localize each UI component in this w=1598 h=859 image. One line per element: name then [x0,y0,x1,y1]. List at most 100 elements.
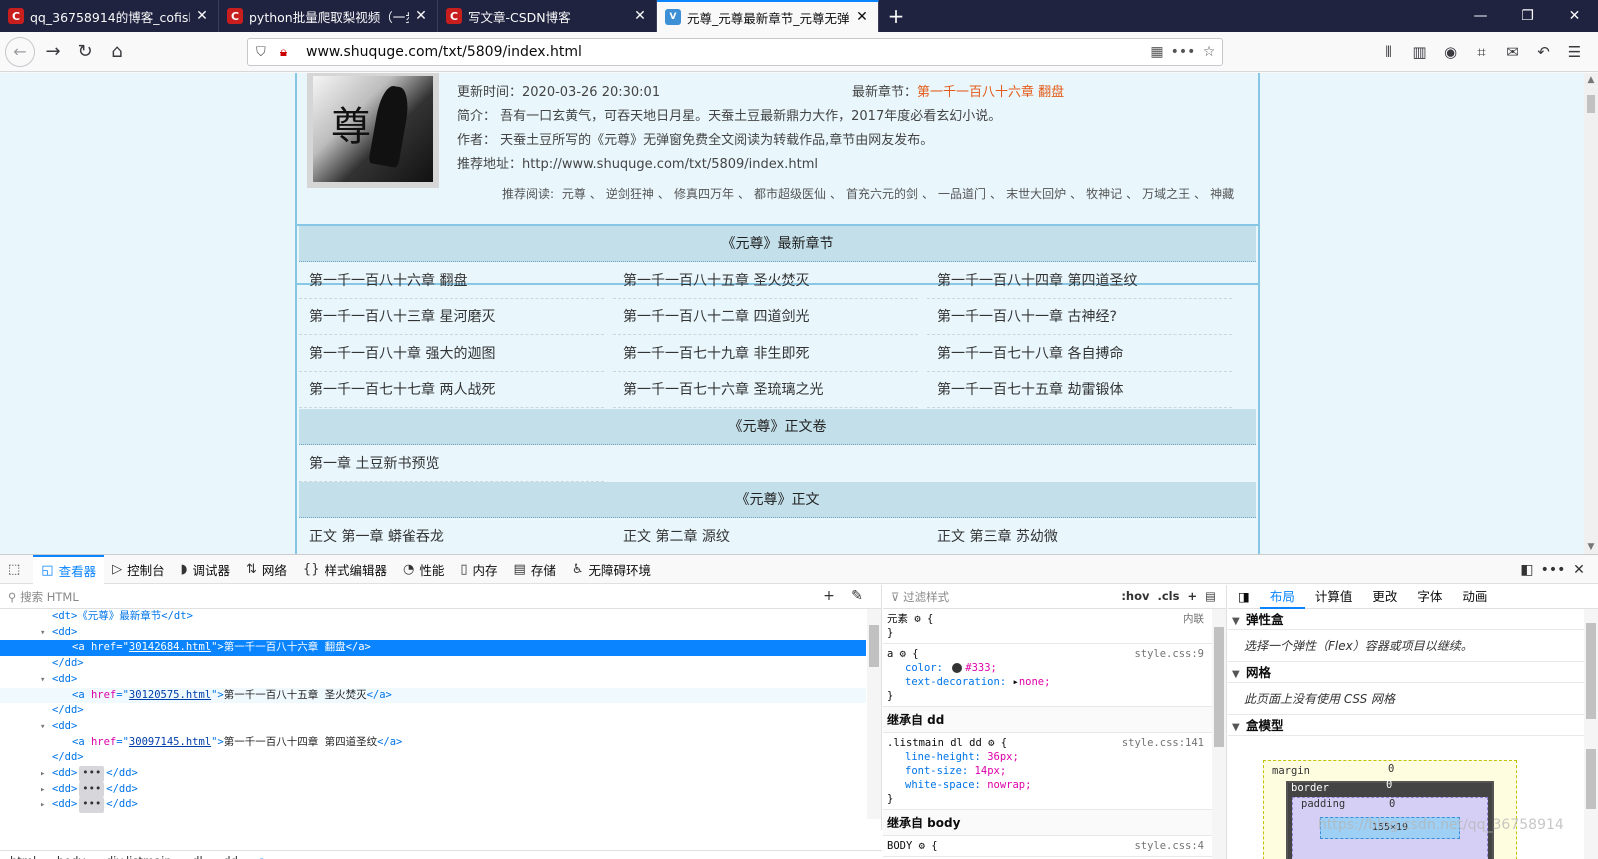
tree-node[interactable]: <dt>《元尊》最新章节</dt> [0,609,866,625]
tree-node[interactable]: <a href="30097145.html">第一千一百八十四章 第四道圣纹<… [0,735,866,751]
recommend-book-link[interactable]: 逆剑狂神 [606,187,654,201]
chapter-link[interactable]: 第一章 土豆新书预览 [299,446,604,482]
chat-icon[interactable]: ✉ [1497,36,1528,68]
recommend-book-link[interactable]: 修真四万年 [674,187,734,201]
back-arrow-icon[interactable]: ← [5,36,35,67]
sidebar-icon[interactable]: ▥ [1404,36,1435,68]
element-picker-button[interactable]: ⬚ [0,555,33,584]
sidebar-toggle-icon[interactable]: ◨ [1228,585,1260,609]
twisty-icon[interactable]: ▸ [40,767,52,783]
forward-arrow-icon[interactable]: → [37,36,69,68]
bookmark-star-icon[interactable]: ☆ [1196,44,1222,60]
chapter-link[interactable]: 第一千一百八十三章 星河磨灭 [299,299,604,336]
browser-tab-3[interactable]: C 写文章-CSDN博客 ✕ [438,0,657,32]
collapsed-content-icon[interactable]: ••• [79,781,105,798]
chapter-link[interactable]: 第一千一百八十五章 圣火焚灭 [613,263,918,299]
breadcrumb-item[interactable]: dd [223,854,238,859]
url-text[interactable]: www.shuquge.com/txt/5809/index.html [306,44,1144,60]
rule-source[interactable]: style.css:141 [1122,736,1204,750]
chapter-link[interactable]: 第一千一百七十六章 圣琉璃之光 [613,372,918,408]
recommend-book-link[interactable]: 末世大回炉 [1006,187,1066,201]
search-html-input[interactable]: 搜索 HTML [20,589,79,605]
scroll-up-icon[interactable]: ▲ [1584,75,1598,85]
recommend-book-link[interactable]: 牧神记 [1086,187,1122,201]
devtools-tab-5[interactable]: ◔ 性能 [395,555,452,584]
color-swatch-icon[interactable] [952,663,963,673]
css-value[interactable]: none; [1019,676,1051,688]
devtools-close-icon[interactable]: ✕ [1566,562,1592,578]
library-icon[interactable]: ⫴ [1373,36,1404,68]
breadcrumb-item[interactable]: html [10,854,36,859]
dd-rule[interactable]: .listmain dl dd ⚙ { style.css:141 line-h… [883,733,1226,810]
tree-node[interactable]: </dd> [0,750,866,766]
grid-section-header[interactable]: ▼ 网格 [1228,662,1598,683]
margin-top-value[interactable]: 0 [1388,763,1394,775]
tab-layout[interactable]: 布局 [1259,585,1305,609]
chapter-link[interactable]: 第一千一百七十九章 非生即死 [613,336,918,372]
account-icon[interactable]: ◉ [1435,36,1466,68]
tree-node[interactable]: ▸ <dd> ••• </dd> [0,797,866,814]
a-rule[interactable]: a ⚙ { style.css:9 color: #333; text-deco… [883,644,1226,707]
scroll-down-icon[interactable]: ▼ [1584,542,1598,552]
recommend-book-link[interactable]: 万域之王 [1142,187,1190,201]
chapter-link[interactable]: 第一千一百八十二章 四道剑光 [613,299,918,336]
tree-scrollbar[interactable] [867,609,881,819]
tab-fonts[interactable]: 字体 [1407,585,1452,609]
html-search[interactable]: ⚲ 搜索 HTML + ✎ [0,585,881,609]
rule-source[interactable]: style.css:4 [1134,839,1204,853]
devtools-tab-7[interactable]: ▤ 存储 [506,555,564,584]
tree-node[interactable]: ▾ <dd> [0,719,866,735]
tree-node[interactable]: <a href="30120575.html">第一千一百八十五章 圣火焚灭</… [0,687,866,704]
eyedropper-icon[interactable]: ✎ [843,588,871,604]
recommend-book-link[interactable]: 都市超级医仙 [754,187,826,201]
devtools-tab-3[interactable]: ⇅ 网络 [238,555,295,584]
css-value[interactable]: 36px; [987,751,1019,763]
qr-code-icon[interactable]: ▦ [1144,44,1170,60]
tree-node[interactable]: ▸ <dd> ••• </dd> [0,781,866,799]
twisty-icon[interactable]: ▾ [40,673,52,689]
browser-tab-2[interactable]: C python批量爬取梨视频（一步 ✕ [219,0,438,32]
hov-toggle[interactable]: :hov [1121,589,1149,603]
menu-icon[interactable]: ☰ [1559,36,1590,68]
latest-chapter-link[interactable]: 第一千一百八十六章 翻盘 [917,85,1064,100]
tab-changes[interactable]: 更改 [1362,585,1407,609]
breadcrumb-item[interactable]: body [57,854,85,859]
gear-icon[interactable]: ⚙ [914,613,920,625]
scrollbar-thumb[interactable] [1587,95,1595,113]
breadcrumb-item[interactable]: a [259,854,266,859]
element-rule[interactable]: 元素 ⚙ { 内联} [883,609,1226,644]
rules-scrollbar[interactable] [1212,609,1226,859]
tab-close-icon[interactable]: ✕ [854,9,870,25]
print-sim-icon[interactable]: ▤ [1205,589,1216,603]
href-value[interactable]: 30142684.html [129,641,211,653]
rules-scroll-thumb[interactable] [1214,627,1224,747]
recommend-book-link[interactable]: 首充六元的剑 [846,187,918,201]
devtools-tab-4[interactable]: {} 样式编辑器 [295,555,395,584]
tab-computed[interactable]: 计算值 [1305,585,1363,609]
devtools-tab-0[interactable]: ◱ 查看器 [33,554,105,584]
gear-icon[interactable]: ⚙ [900,648,906,660]
recommend-book-link[interactable]: 一品道门 [938,187,986,201]
filter-styles-input[interactable]: 过滤样式 [903,589,949,605]
reload-icon[interactable]: ↻ [69,36,101,68]
css-value[interactable]: nowrap; [987,779,1031,791]
chapter-link[interactable]: 正文 第一章 蟒雀吞龙 [299,519,604,554]
boxmodel-section-header[interactable]: ▼ 盒模型 [1228,715,1598,736]
new-tab-button[interactable]: + [879,0,913,32]
chapter-link[interactable]: 正文 第二章 源纹 [613,519,918,554]
chapter-link[interactable]: 第一千一百七十八章 各自搏命 [927,336,1232,372]
add-rule-icon[interactable]: + [1187,589,1197,603]
dock-icon[interactable]: ◧ [1514,562,1540,578]
url-bar[interactable]: ⛉ 🔒︎ www.shuquge.com/txt/5809/index.html… [247,38,1223,66]
css-property[interactable]: white-space: [905,779,981,791]
css-value[interactable]: #333; [965,662,997,674]
href-value[interactable]: 30120575.html [129,689,211,701]
breadcrumb-item[interactable]: dl [192,854,203,859]
screenshot-icon[interactable]: ⌗ [1466,36,1497,68]
twisty-icon[interactable]: ▸ [40,798,52,814]
twisty-icon[interactable]: ▸ [40,783,52,799]
restore-icon[interactable]: ❐ [1504,0,1551,32]
browser-tab-active[interactable]: V 元尊_元尊最新章节_元尊无弹窗 ✕ [657,0,879,32]
devtools-tab-1[interactable]: ▷ 控制台 [104,555,173,584]
css-value[interactable]: 14px; [975,765,1007,777]
